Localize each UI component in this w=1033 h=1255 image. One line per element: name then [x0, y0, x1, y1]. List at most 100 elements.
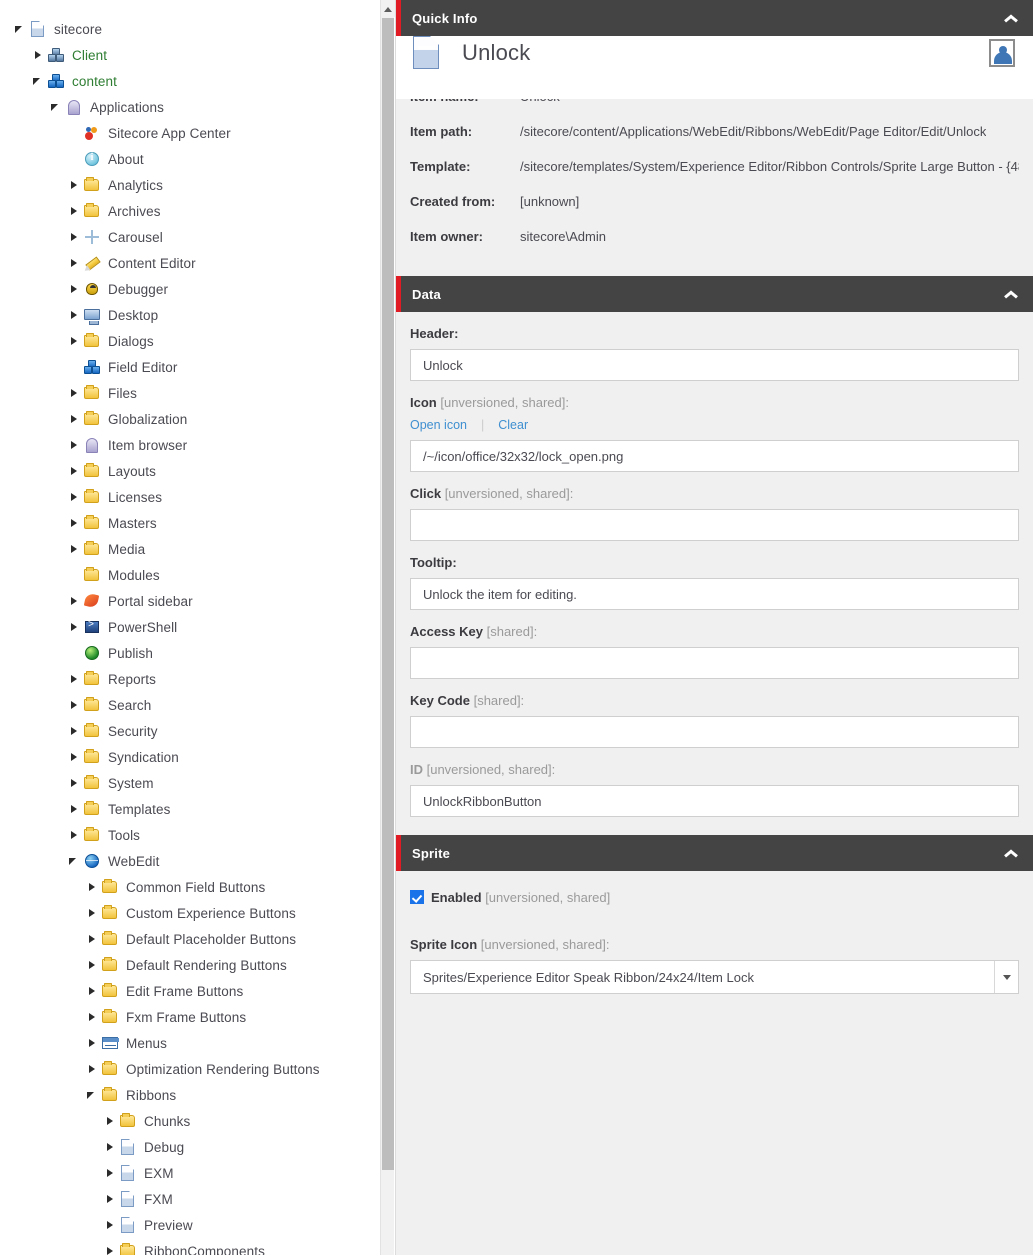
tree-item[interactable]: Ribbons — [0, 1082, 381, 1108]
tree-toggle-collapsed-icon[interactable] — [68, 796, 82, 822]
tree-toggle-collapsed-icon[interactable] — [104, 1238, 118, 1255]
tree-item[interactable]: Debug — [0, 1134, 381, 1160]
tree-item[interactable]: Desktop — [0, 302, 381, 328]
access-key-input[interactable] — [410, 647, 1019, 679]
tree-item[interactable]: Field Editor — [0, 354, 381, 380]
tree-item[interactable]: Search — [0, 692, 381, 718]
tree-item[interactable]: PowerShell — [0, 614, 381, 640]
tree-item[interactable]: Item browser — [0, 432, 381, 458]
tree-item[interactable]: Carousel — [0, 224, 381, 250]
tree-item[interactable]: Reports — [0, 666, 381, 692]
tree-scrollbar-thumb[interactable] — [382, 18, 394, 1170]
tree-item[interactable]: Chunks — [0, 1108, 381, 1134]
tree-item[interactable]: Modules — [0, 562, 381, 588]
tree-item[interactable]: Licenses — [0, 484, 381, 510]
tree-toggle-expanded-icon[interactable] — [50, 94, 64, 120]
tree-toggle-collapsed-icon[interactable] — [104, 1186, 118, 1212]
chevron-up-icon[interactable] — [1003, 289, 1019, 299]
tree-toggle-collapsed-icon[interactable] — [32, 42, 46, 68]
tree-toggle-collapsed-icon[interactable] — [68, 276, 82, 302]
id-input[interactable] — [410, 785, 1019, 817]
tree-item[interactable]: Fxm Frame Buttons — [0, 1004, 381, 1030]
tree-item[interactable]: Menus — [0, 1030, 381, 1056]
tree-toggle-collapsed-icon[interactable] — [68, 666, 82, 692]
tree-toggle-collapsed-icon[interactable] — [104, 1212, 118, 1238]
tree-toggle-collapsed-icon[interactable] — [68, 536, 82, 562]
tree-item[interactable]: Optimization Rendering Buttons — [0, 1056, 381, 1082]
click-input[interactable] — [410, 509, 1019, 541]
tree-item[interactable]: Client — [0, 42, 381, 68]
tree-toggle-expanded-icon[interactable] — [14, 16, 28, 42]
tree-item[interactable]: Debugger — [0, 276, 381, 302]
section-header-quick-info[interactable]: Quick Info — [396, 0, 1033, 36]
tree-toggle-collapsed-icon[interactable] — [104, 1108, 118, 1134]
tree-item[interactable]: Default Rendering Buttons — [0, 952, 381, 978]
tree-item[interactable]: Portal sidebar — [0, 588, 381, 614]
tree-toggle-collapsed-icon[interactable] — [68, 224, 82, 250]
tree-toggle-leaf-icon[interactable] — [68, 640, 82, 666]
tree-toggle-collapsed-icon[interactable] — [86, 900, 100, 926]
tree-toggle-leaf-icon[interactable] — [68, 146, 82, 172]
tree-toggle-collapsed-icon[interactable] — [86, 1030, 100, 1056]
tree-item[interactable]: Custom Experience Buttons — [0, 900, 381, 926]
tree-item[interactable]: Archives — [0, 198, 381, 224]
tree-toggle-collapsed-icon[interactable] — [68, 588, 82, 614]
tree-item[interactable]: Files — [0, 380, 381, 406]
tree-toggle-collapsed-icon[interactable] — [68, 380, 82, 406]
tree-toggle-collapsed-icon[interactable] — [68, 770, 82, 796]
tree-toggle-collapsed-icon[interactable] — [86, 1004, 100, 1030]
tree-toggle-collapsed-icon[interactable] — [68, 484, 82, 510]
tree-item[interactable]: Common Field Buttons — [0, 874, 381, 900]
tree-item[interactable]: Tools — [0, 822, 381, 848]
tree-toggle-collapsed-icon[interactable] — [68, 510, 82, 536]
tree-item[interactable]: Layouts — [0, 458, 381, 484]
user-avatar-icon[interactable] — [989, 39, 1015, 67]
tree-scrollbar[interactable] — [380, 0, 395, 1255]
tree-item[interactable]: Applications — [0, 94, 381, 120]
tree-toggle-leaf-icon[interactable] — [68, 120, 82, 146]
tree-item[interactable]: System — [0, 770, 381, 796]
tree-item[interactable]: Templates — [0, 796, 381, 822]
sprite-icon-select[interactable]: Sprites/Experience Editor Speak Ribbon/2… — [410, 960, 1019, 994]
tree-item[interactable]: Masters — [0, 510, 381, 536]
tree-toggle-collapsed-icon[interactable] — [68, 744, 82, 770]
tree-item[interactable]: About — [0, 146, 381, 172]
tree-toggle-collapsed-icon[interactable] — [86, 874, 100, 900]
tree-toggle-collapsed-icon[interactable] — [68, 458, 82, 484]
tree-item[interactable]: Analytics — [0, 172, 381, 198]
tree-item[interactable]: Sitecore App Center — [0, 120, 381, 146]
tree-item[interactable]: EXM — [0, 1160, 381, 1186]
enabled-checkbox[interactable] — [410, 890, 424, 904]
tree-toggle-expanded-icon[interactable] — [32, 68, 46, 94]
tooltip-input[interactable] — [410, 578, 1019, 610]
tree-item[interactable]: Edit Frame Buttons — [0, 978, 381, 1004]
tree-toggle-collapsed-icon[interactable] — [68, 406, 82, 432]
tree-toggle-leaf-icon[interactable] — [68, 354, 82, 380]
tree-item[interactable]: content — [0, 68, 381, 94]
tree-toggle-collapsed-icon[interactable] — [86, 926, 100, 952]
tree-toggle-collapsed-icon[interactable] — [68, 614, 82, 640]
clear-icon-link[interactable]: Clear — [498, 418, 528, 432]
tree-item[interactable]: sitecore — [0, 16, 381, 42]
tree-toggle-expanded-icon[interactable] — [68, 848, 82, 874]
tree-item[interactable]: RibbonComponents — [0, 1238, 381, 1255]
icon-path-input[interactable] — [410, 440, 1019, 472]
tree-toggle-leaf-icon[interactable] — [68, 562, 82, 588]
tree-item[interactable]: Default Placeholder Buttons — [0, 926, 381, 952]
open-icon-link[interactable]: Open icon — [410, 418, 467, 432]
tree-item[interactable]: WebEdit — [0, 848, 381, 874]
tree-toggle-collapsed-icon[interactable] — [68, 432, 82, 458]
section-header-data[interactable]: Data — [396, 276, 1033, 312]
tree-toggle-collapsed-icon[interactable] — [86, 1056, 100, 1082]
tree-item[interactable]: Security — [0, 718, 381, 744]
tree-toggle-collapsed-icon[interactable] — [68, 822, 82, 848]
chevron-up-icon[interactable] — [1003, 848, 1019, 858]
tree-item[interactable]: Dialogs — [0, 328, 381, 354]
chevron-up-icon[interactable] — [1003, 13, 1019, 23]
key-code-input[interactable] — [410, 716, 1019, 748]
tree-item[interactable]: Syndication — [0, 744, 381, 770]
chevron-down-icon[interactable] — [994, 961, 1018, 993]
tree-item[interactable]: Preview — [0, 1212, 381, 1238]
tree-toggle-collapsed-icon[interactable] — [104, 1160, 118, 1186]
tree-toggle-collapsed-icon[interactable] — [104, 1134, 118, 1160]
